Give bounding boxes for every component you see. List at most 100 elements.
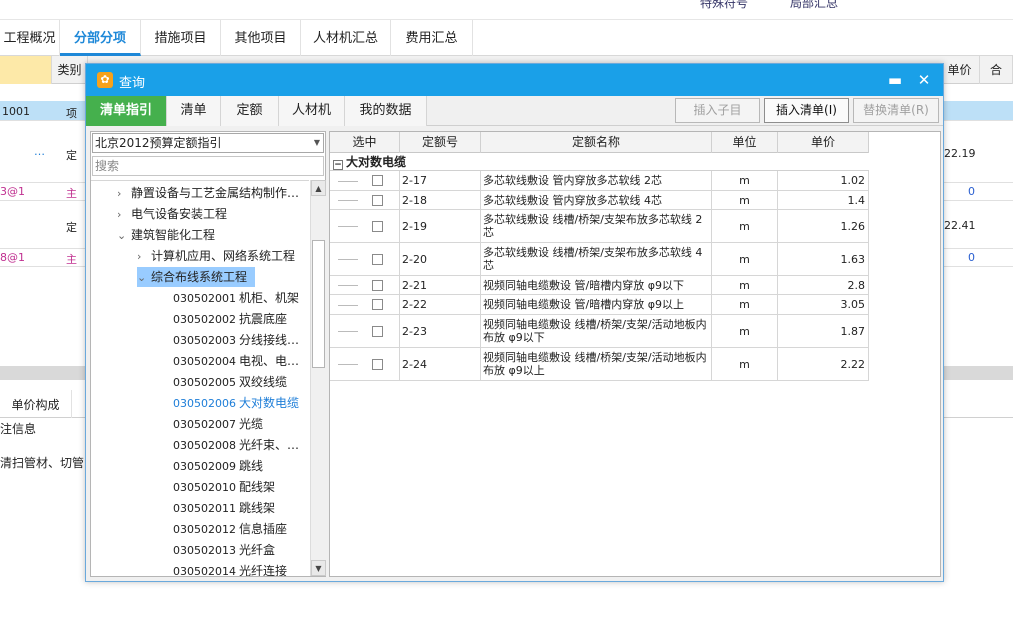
quota-price: 2.8 xyxy=(778,276,869,294)
tab-my-data[interactable]: 我的数据 xyxy=(345,96,427,126)
tree-node-intelligent-building[interactable]: ⌄ 建筑智能化工程 xyxy=(117,225,215,245)
tree-leaf-code: 030502011 xyxy=(173,502,236,515)
header-type[interactable]: 类别 xyxy=(52,56,88,84)
tree-leaf[interactable]: 030502014 光纤连接 xyxy=(173,561,287,576)
tab-measures[interactable]: 措施项目 xyxy=(141,20,221,56)
tree-leaf[interactable]: 030502002 抗震底座 xyxy=(173,309,287,329)
minimize-icon[interactable]: ▬ xyxy=(883,68,907,92)
quota-code: 2-18 xyxy=(400,191,481,209)
chevron-down-icon[interactable]: ⌄ xyxy=(137,268,151,288)
scroll-thumb[interactable] xyxy=(312,240,325,368)
header-total[interactable]: 合 xyxy=(980,56,1013,84)
scroll-up-icon[interactable]: ▲ xyxy=(311,180,326,196)
tab-sub-items[interactable]: 分部分项 xyxy=(60,20,141,56)
tree-leaf[interactable]: 030502003 分线接线… xyxy=(173,330,299,350)
tree-leaf[interactable]: 030502011 跳线架 xyxy=(173,498,275,518)
row-expand-more[interactable]: … xyxy=(34,145,45,158)
quota-code: 2-21 xyxy=(400,276,481,294)
tree-leaf[interactable]: 030502007 光缆 xyxy=(173,414,263,434)
guide-tree: › 静置设备与工艺金属结构制作… › 电气设备安装工程 ⌄ 建筑智能化工程 › 计算机应… xyxy=(91,180,309,576)
table-row[interactable]: 2-19 多芯软线敷设 线槽/桥架/支架布放多芯软线 2芯 m 1.26 xyxy=(330,210,869,243)
chevron-right-icon[interactable]: › xyxy=(117,205,131,225)
row-checkbox[interactable] xyxy=(372,220,383,232)
row-price: 0 xyxy=(968,185,975,198)
tree-leaf[interactable]: 030502008 光纤束、… xyxy=(173,435,299,455)
header-price[interactable]: 单价 xyxy=(940,56,980,84)
tab-unit-price-composition[interactable]: 单价构成 xyxy=(0,390,72,418)
row-checkbox[interactable] xyxy=(372,175,383,186)
tree-node-computer-network[interactable]: › 计算机应用、网络系统工程 xyxy=(137,246,295,266)
tree-leaf-label: 信息插座 xyxy=(239,522,288,536)
tree-leaf[interactable]: 030502009 跳线 xyxy=(173,456,263,476)
row-checkbox[interactable] xyxy=(372,358,383,370)
tree-scrollbar[interactable]: ▲ ▼ xyxy=(310,180,326,576)
tab-list-guide[interactable]: 清单指引 xyxy=(86,96,167,126)
row-checkbox[interactable] xyxy=(372,194,383,206)
tree-leaf-code: 030502005 xyxy=(173,376,236,389)
dialog-title: 查询 xyxy=(119,76,146,91)
col-unit-price[interactable]: 单价 xyxy=(778,132,869,153)
tree-leaf[interactable]: 030502013 光纤盒 xyxy=(173,540,275,560)
dialog-titlebar[interactable]: ✿ 查询 ▬ ✕ xyxy=(86,64,943,96)
tab-other-items[interactable]: 其他项目 xyxy=(221,20,301,56)
quota-grid-header: 选中 定额号 定额名称 单位 单价 xyxy=(330,132,869,153)
tree-leaf-code: 030502013 xyxy=(173,544,236,557)
tab-project-overview[interactable]: 工程概况 xyxy=(0,20,60,56)
group-row[interactable]: − 大对数电缆 xyxy=(330,153,869,171)
tree-leaf[interactable]: 030502010 配线架 xyxy=(173,477,275,497)
col-quota-code[interactable]: 定额号 xyxy=(400,132,481,153)
table-row[interactable]: 2-20 多芯软线敷设 线槽/桥架/支架布放多芯软线 4芯 m 1.63 xyxy=(330,243,869,276)
tree-leaf[interactable]: 030502004 电视、电… xyxy=(173,351,299,371)
tree-node-electrical[interactable]: › 电气设备安装工程 xyxy=(117,204,227,224)
tab-labor-material[interactable]: 人材机 xyxy=(279,96,345,126)
chevron-down-icon[interactable]: ⌄ xyxy=(117,226,131,246)
scroll-down-icon[interactable]: ▼ xyxy=(311,560,326,576)
tree-node-static-equipment[interactable]: › 静置设备与工艺金属结构制作… xyxy=(117,183,299,203)
lower-text: 清扫管材、切管 xyxy=(0,456,85,470)
tab-list[interactable]: 清单 xyxy=(167,96,221,126)
partial-summary-tool[interactable]: 局部汇总 xyxy=(790,0,838,11)
quota-unit: m xyxy=(712,348,778,380)
table-row[interactable]: 2-24 视频同轴电缆敷设 线槽/桥架/支架/活动地板内布放 φ9以上 m 2.… xyxy=(330,348,869,381)
row-checkbox[interactable] xyxy=(372,299,383,310)
header-cell-blank xyxy=(0,56,52,84)
row-checkbox[interactable] xyxy=(372,253,383,265)
tree-leaf-code: 030502009 xyxy=(173,460,236,473)
table-row[interactable]: 2-18 多芯软线敷设 管内穿放多芯软线 4芯 m 1.4 xyxy=(330,191,869,210)
table-row[interactable]: 2-21 视频同轴电缆敷设 管/暗槽内穿放 φ9以下 m 2.8 xyxy=(330,276,869,295)
row-checkbox[interactable] xyxy=(372,325,383,337)
tab-cost-summary[interactable]: 费用汇总 xyxy=(391,20,473,56)
tree-node-label: 电气设备安装工程 xyxy=(131,207,228,221)
insert-list-button[interactable]: 插入清单(I) xyxy=(764,98,849,123)
row-checkbox[interactable] xyxy=(372,279,383,291)
special-symbol-tool[interactable]: 特殊符号 xyxy=(700,0,748,11)
collapse-icon[interactable]: − xyxy=(333,160,343,170)
quota-price: 2.22 xyxy=(778,348,869,380)
quota-library-value: 北京2012预算定额指引 xyxy=(95,136,222,150)
tree-leaf[interactable]: 030502012 信息插座 xyxy=(173,519,287,539)
replace-list-button[interactable]: 替换清单(R) xyxy=(853,98,939,123)
table-row[interactable]: 2-22 视频同轴电缆敷设 管/暗槽内穿放 φ9以上 m 3.05 xyxy=(330,295,869,315)
quota-library-select[interactable]: 北京2012预算定额指引 ▼ xyxy=(92,133,324,153)
tree-node-label: 静置设备与工艺金属结构制作… xyxy=(131,186,300,200)
col-selected[interactable]: 选中 xyxy=(330,132,400,153)
tab-quota[interactable]: 定额 xyxy=(221,96,279,126)
tree-leaf-code: 030502007 xyxy=(173,418,236,431)
col-unit[interactable]: 单位 xyxy=(712,132,778,153)
close-icon[interactable]: ✕ xyxy=(912,68,936,92)
quota-name: 视频同轴电缆敷设 管/暗槽内穿放 φ9以下 xyxy=(481,276,712,294)
tree-node-cabling-system[interactable]: ⌄ 综合布线系统工程 xyxy=(137,267,256,288)
col-quota-name[interactable]: 定额名称 xyxy=(481,132,712,153)
table-row[interactable]: 2-17 多芯软线敷设 管内穿放多芯软线 2芯 m 1.02 xyxy=(330,171,869,191)
search-input[interactable] xyxy=(92,156,324,176)
quota-unit: m xyxy=(712,295,778,314)
chevron-down-icon[interactable]: ▼ xyxy=(314,134,320,152)
chevron-right-icon[interactable]: › xyxy=(137,247,151,267)
chevron-right-icon[interactable]: › xyxy=(117,184,131,204)
table-row[interactable]: 2-23 视频同轴电缆敷设 线槽/桥架/支架/活动地板内布放 φ9以下 m 1.… xyxy=(330,315,869,348)
tree-leaf-selected[interactable]: 030502006 大对数电缆 xyxy=(173,393,299,413)
tree-leaf[interactable]: 030502005 双绞线缆 xyxy=(173,372,287,392)
tab-labor-material-summary[interactable]: 人材机汇总 xyxy=(301,20,391,56)
insert-child-button[interactable]: 插入子目 xyxy=(675,98,760,123)
tree-leaf[interactable]: 030502001 机柜、机架 xyxy=(173,288,299,308)
